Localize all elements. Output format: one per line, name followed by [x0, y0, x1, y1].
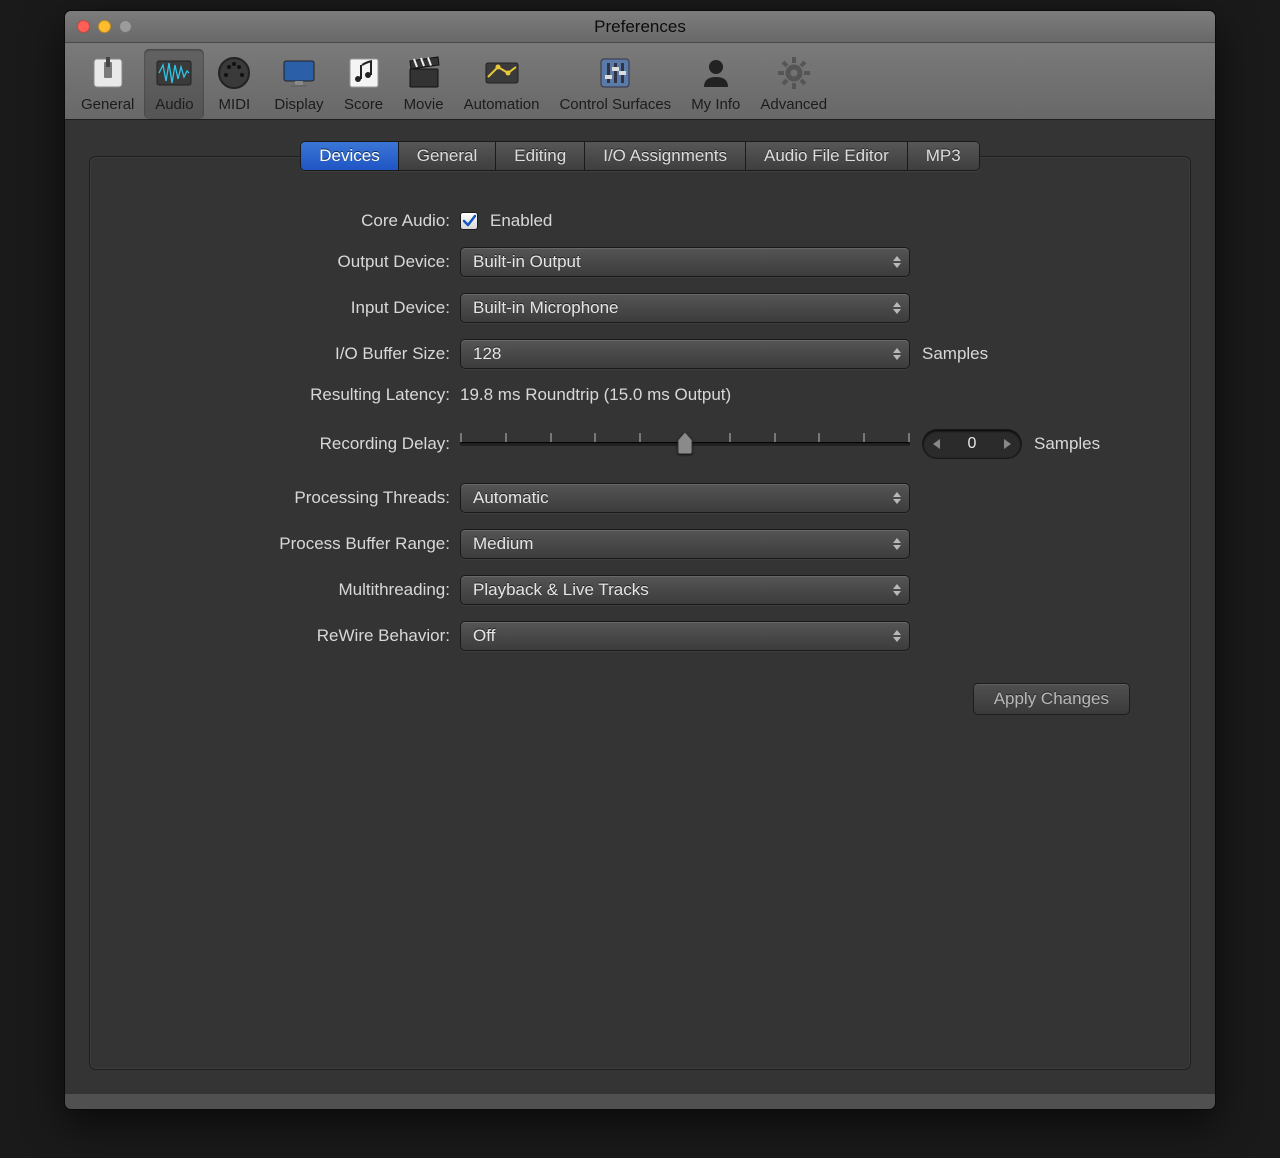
rewire-select[interactable]: Off: [460, 621, 910, 651]
midi-icon: [214, 53, 254, 93]
toolbar-item-midi[interactable]: MIDI: [204, 49, 264, 119]
zoom-window-button[interactable]: [119, 20, 132, 33]
window-title: Preferences: [65, 17, 1215, 37]
stepper-decrement-icon[interactable]: [933, 439, 940, 449]
output-device-select[interactable]: Built-in Output: [460, 247, 910, 277]
faders-icon: [595, 53, 635, 93]
toolbar-item-score[interactable]: Score: [334, 49, 394, 119]
chevron-updown-icon: [893, 538, 901, 550]
output-device-label: Output Device:: [150, 252, 460, 272]
input-device-label: Input Device:: [150, 298, 460, 318]
recording-delay-value: 0: [968, 435, 977, 453]
chevron-updown-icon: [893, 630, 901, 642]
tab-mp3[interactable]: MP3: [908, 141, 980, 171]
preferences-window: Preferences General Audio MIDI Display: [64, 10, 1216, 1110]
person-icon: [696, 53, 736, 93]
chevron-updown-icon: [893, 302, 901, 314]
recording-delay-suffix: Samples: [1034, 434, 1100, 454]
slider-thumb-icon[interactable]: [677, 432, 693, 454]
switch-icon: [88, 53, 128, 93]
close-window-button[interactable]: [77, 20, 90, 33]
clapper-icon: [404, 53, 444, 93]
tab-audio-file-editor[interactable]: Audio File Editor: [746, 141, 908, 171]
waveform-icon: [154, 53, 194, 93]
chevron-updown-icon: [893, 256, 901, 268]
resulting-latency-label: Resulting Latency:: [150, 385, 460, 405]
multithreading-select[interactable]: Playback & Live Tracks: [460, 575, 910, 605]
chevron-updown-icon: [893, 492, 901, 504]
process-buffer-range-select[interactable]: Medium: [460, 529, 910, 559]
io-buffer-suffix: Samples: [922, 344, 988, 364]
io-buffer-select[interactable]: 128: [460, 339, 910, 369]
toolbar-item-control-surfaces[interactable]: Control Surfaces: [549, 49, 681, 119]
toolbar: General Audio MIDI Display Score: [65, 43, 1215, 120]
io-buffer-label: I/O Buffer Size:: [150, 344, 460, 364]
tab-devices[interactable]: Devices: [300, 141, 398, 171]
process-buffer-range-label: Process Buffer Range:: [150, 534, 460, 554]
tab-general[interactable]: General: [399, 141, 496, 171]
score-icon: [344, 53, 384, 93]
toolbar-item-audio[interactable]: Audio: [144, 49, 204, 119]
rewire-label: ReWire Behavior:: [150, 626, 460, 646]
toolbar-item-general[interactable]: General: [71, 49, 144, 119]
multithreading-label: Multithreading:: [150, 580, 460, 600]
toolbar-item-automation[interactable]: Automation: [454, 49, 550, 119]
core-audio-checkbox-label: Enabled: [490, 211, 552, 231]
settings-panel: Devices General Editing I/O Assignments …: [89, 156, 1191, 1070]
chevron-updown-icon: [893, 348, 901, 360]
display-icon: [279, 53, 319, 93]
toolbar-item-my-info[interactable]: My Info: [681, 49, 750, 119]
toolbar-item-advanced[interactable]: Advanced: [750, 49, 837, 119]
recording-delay-slider[interactable]: [460, 429, 910, 459]
tab-editing[interactable]: Editing: [496, 141, 585, 171]
gear-icon: [774, 53, 814, 93]
chevron-updown-icon: [893, 584, 901, 596]
processing-threads-label: Processing Threads:: [150, 488, 460, 508]
automation-icon: [482, 53, 522, 93]
toolbar-item-movie[interactable]: Movie: [394, 49, 454, 119]
toolbar-item-display[interactable]: Display: [264, 49, 333, 119]
minimize-window-button[interactable]: [98, 20, 111, 33]
stepper-increment-icon[interactable]: [1004, 439, 1011, 449]
recording-delay-label: Recording Delay:: [150, 434, 460, 454]
recording-delay-stepper[interactable]: 0: [922, 429, 1022, 459]
apply-changes-button[interactable]: Apply Changes: [973, 683, 1130, 715]
core-audio-label: Core Audio:: [150, 211, 460, 231]
tab-io-assignments[interactable]: I/O Assignments: [585, 141, 746, 171]
input-device-select[interactable]: Built-in Microphone: [460, 293, 910, 323]
processing-threads-select[interactable]: Automatic: [460, 483, 910, 513]
sub-tabs: Devices General Editing I/O Assignments …: [90, 141, 1190, 171]
titlebar[interactable]: Preferences: [65, 11, 1215, 43]
core-audio-checkbox[interactable]: [460, 212, 478, 230]
resulting-latency-value: 19.8 ms Roundtrip (15.0 ms Output): [460, 385, 731, 405]
